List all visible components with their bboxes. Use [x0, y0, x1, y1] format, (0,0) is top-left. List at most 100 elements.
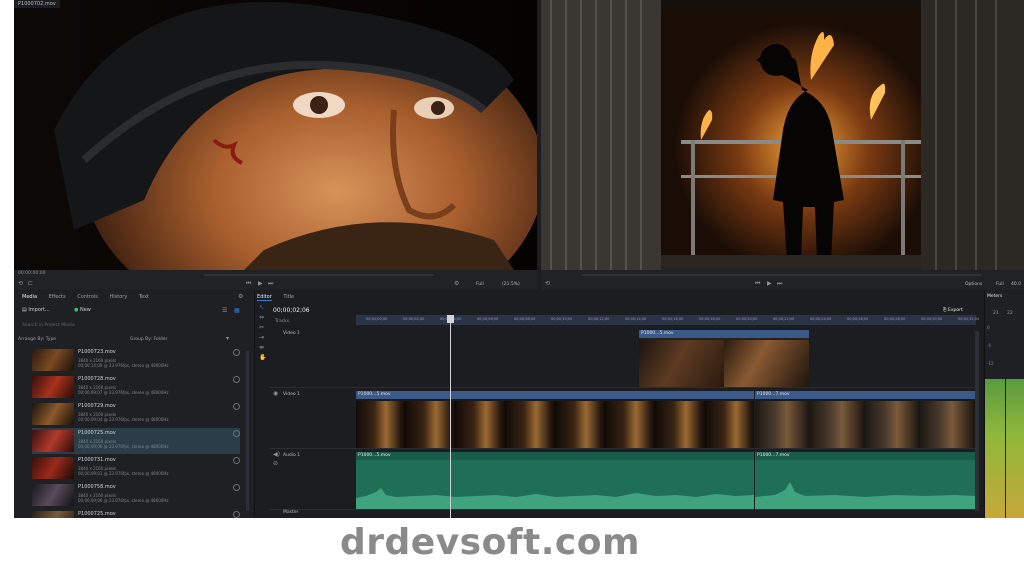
timeline-clip[interactable]: P1000...5.mov: [356, 391, 754, 448]
media-scrollbar[interactable]: [246, 351, 249, 511]
chevron-down-icon[interactable]: ▾: [226, 336, 229, 342]
timecode-display[interactable]: 00;00;02;06: [273, 307, 310, 314]
media-item-info: 3840 x 2160 pixels 00;00;09;07 @ 23.976f…: [78, 385, 169, 395]
step-forward-icon[interactable]: ⏭: [777, 281, 782, 287]
info-icon[interactable]: [233, 511, 240, 518]
panel-menu-icon[interactable]: ⚙: [238, 294, 243, 300]
eye-icon[interactable]: ◉: [273, 391, 278, 397]
source-scrubber[interactable]: [204, 274, 434, 276]
media-item[interactable]: P1000729.mov 3840 x 2160 pixels 00;00;09;…: [32, 401, 240, 427]
tab-effects[interactable]: Effects: [49, 294, 66, 300]
track-audio-1: Audio 1 ◀) ⊘ P1000...5.mov P1000...7.mov: [269, 449, 976, 510]
ruler-tick-label: 00;00;00;00: [366, 317, 388, 321]
meters-title: Meters: [987, 294, 1003, 299]
meter-scale-label: -6: [987, 343, 991, 348]
tab-media[interactable]: Media: [22, 294, 37, 300]
program-scrubber[interactable]: [581, 274, 981, 276]
speaker-icon[interactable]: ◀): [273, 452, 280, 458]
tab-history[interactable]: History: [110, 294, 128, 300]
media-item-name: P1000725.mov: [78, 511, 116, 517]
step-back-icon[interactable]: ⏮: [246, 281, 251, 287]
media-thumbnail: [32, 511, 74, 518]
grid-view-icon[interactable]: ▦: [234, 308, 240, 314]
loop-icon[interactable]: ⟲: [545, 281, 550, 287]
source-frame-image: [14, 0, 537, 270]
media-item[interactable]: P1000758.mov 3840 x 2160 pixels 00;00;09;…: [32, 482, 240, 508]
source-zoom-select[interactable]: Full: [476, 282, 484, 287]
source-timecode-label: 00:00:00:00: [18, 271, 46, 276]
info-icon[interactable]: [233, 403, 240, 410]
export-button[interactable]: ⎘ Export: [943, 307, 963, 313]
program-zoom-percent[interactable]: 40.0: [1011, 282, 1021, 287]
arrange-by-select[interactable]: Arrange By: Type: [18, 337, 56, 342]
track-name-master: Master: [283, 510, 299, 515]
group-by-select[interactable]: Group By: Folder: [130, 337, 167, 342]
step-back-icon[interactable]: ⏮: [755, 281, 760, 287]
timeline-clip[interactable]: P1000...7.mov: [755, 391, 976, 448]
tab-controls[interactable]: Controls: [77, 294, 98, 300]
ruler-tick-label: 00;00;28;00: [884, 317, 906, 321]
new-label: New: [79, 307, 91, 313]
media-item-info: 3840 x 2160 pixels 00;00;09;06 @ 23.976f…: [78, 439, 169, 449]
tab-text[interactable]: Text: [139, 294, 149, 300]
playhead-handle[interactable]: [447, 315, 454, 323]
tab-title[interactable]: Title: [283, 294, 294, 300]
razor-tool-icon[interactable]: ✂: [259, 325, 264, 331]
info-icon[interactable]: [233, 376, 240, 383]
play-icon[interactable]: ▶: [258, 281, 263, 287]
solo-icon[interactable]: ⊘: [273, 461, 278, 467]
play-icon[interactable]: ▶: [767, 281, 772, 287]
meter-bar-right: [1006, 379, 1024, 518]
select-tool-icon[interactable]: ↖: [259, 305, 264, 311]
source-file-label: P1000702.mov: [14, 0, 60, 8]
editor-tabs: Editor Title: [257, 294, 304, 301]
list-view-icon[interactable]: ☰: [222, 308, 227, 314]
media-item-name: P1000725.mov: [78, 430, 116, 436]
settings-icon[interactable]: ⚙: [454, 281, 459, 287]
import-button[interactable]: ▤ Import...: [22, 307, 50, 313]
source-transport-bar: 00:00:00:00 ⟲ ⊏ ⏮ ▶ ⏭ ⚙ Full (21.5%): [14, 270, 537, 290]
loop-icon[interactable]: ⟲: [18, 281, 23, 287]
ruler-tick-label: 00;00;20;00: [736, 317, 758, 321]
clip-label: P1000...7.mov: [755, 391, 976, 399]
info-icon[interactable]: [233, 430, 240, 437]
hand-tool-icon[interactable]: ✋: [259, 355, 266, 361]
meter-top-right: 22: [1007, 311, 1013, 316]
media-item[interactable]: P1000725.mov 3840 x 2160 pixels 00;00;09;…: [32, 428, 240, 454]
program-zoom-select[interactable]: Full: [996, 282, 1004, 287]
clip-label: P1000...5.mov: [356, 452, 754, 460]
source-zoom-percent[interactable]: (21.5%): [502, 282, 520, 287]
media-item[interactable]: P1000725.mov: [32, 509, 240, 518]
new-button[interactable]: ● New: [74, 307, 91, 313]
media-item-info: 3840 x 2160 pixels 00;00;09;01 @ 23.976f…: [78, 466, 169, 476]
program-viewer[interactable]: [541, 0, 1024, 270]
timeline-clip[interactable]: P1000...5.mov: [639, 330, 809, 387]
media-item[interactable]: P1000723.mov 3840 x 2160 pixels 00;00;14;…: [32, 347, 240, 373]
media-item[interactable]: P1000731.mov 3840 x 2160 pixels 00;00;09;…: [32, 455, 240, 481]
ruler-tick-label: 00;00;26;00: [847, 317, 869, 321]
info-icon[interactable]: [233, 349, 240, 356]
import-label: Import...: [28, 307, 50, 313]
tab-editor[interactable]: Editor: [257, 294, 272, 301]
info-icon[interactable]: [233, 484, 240, 491]
roll-tool-icon[interactable]: ⇹: [259, 345, 264, 351]
track-video-2: Video 1 P1000...5.mov: [269, 327, 976, 388]
media-item-name: P1000729.mov: [78, 403, 116, 409]
slip-tool-icon[interactable]: ⇔: [259, 315, 264, 321]
info-icon[interactable]: [233, 457, 240, 464]
ruler-tick-label: 00;00;32;00: [958, 317, 980, 321]
track-name: Video 1: [283, 392, 300, 397]
program-transport-bar: ⟲ ⏮ ▶ ⏭ Options Full 40.0: [541, 270, 1024, 290]
ripple-tool-icon[interactable]: ⇥: [259, 335, 264, 341]
search-input[interactable]: Search in Project Media: [22, 323, 242, 328]
source-viewer[interactable]: P1000702.mov: [14, 0, 537, 270]
mark-in-icon[interactable]: ⊏: [28, 281, 33, 287]
audio-clip[interactable]: P1000...5.mov: [356, 452, 754, 509]
timeline-scrollbar[interactable]: [975, 331, 979, 511]
media-item[interactable]: P1000728.mov 3840 x 2160 pixels 00;00;09;…: [32, 374, 240, 400]
audio-clip[interactable]: P1000...7.mov: [755, 452, 976, 509]
step-forward-icon[interactable]: ⏭: [268, 281, 273, 287]
program-options-button[interactable]: Options: [965, 282, 982, 287]
playhead[interactable]: [450, 315, 451, 518]
track-video-1: Video 1 ◉ P1000...5.mov P1000...7.mov: [269, 388, 976, 449]
